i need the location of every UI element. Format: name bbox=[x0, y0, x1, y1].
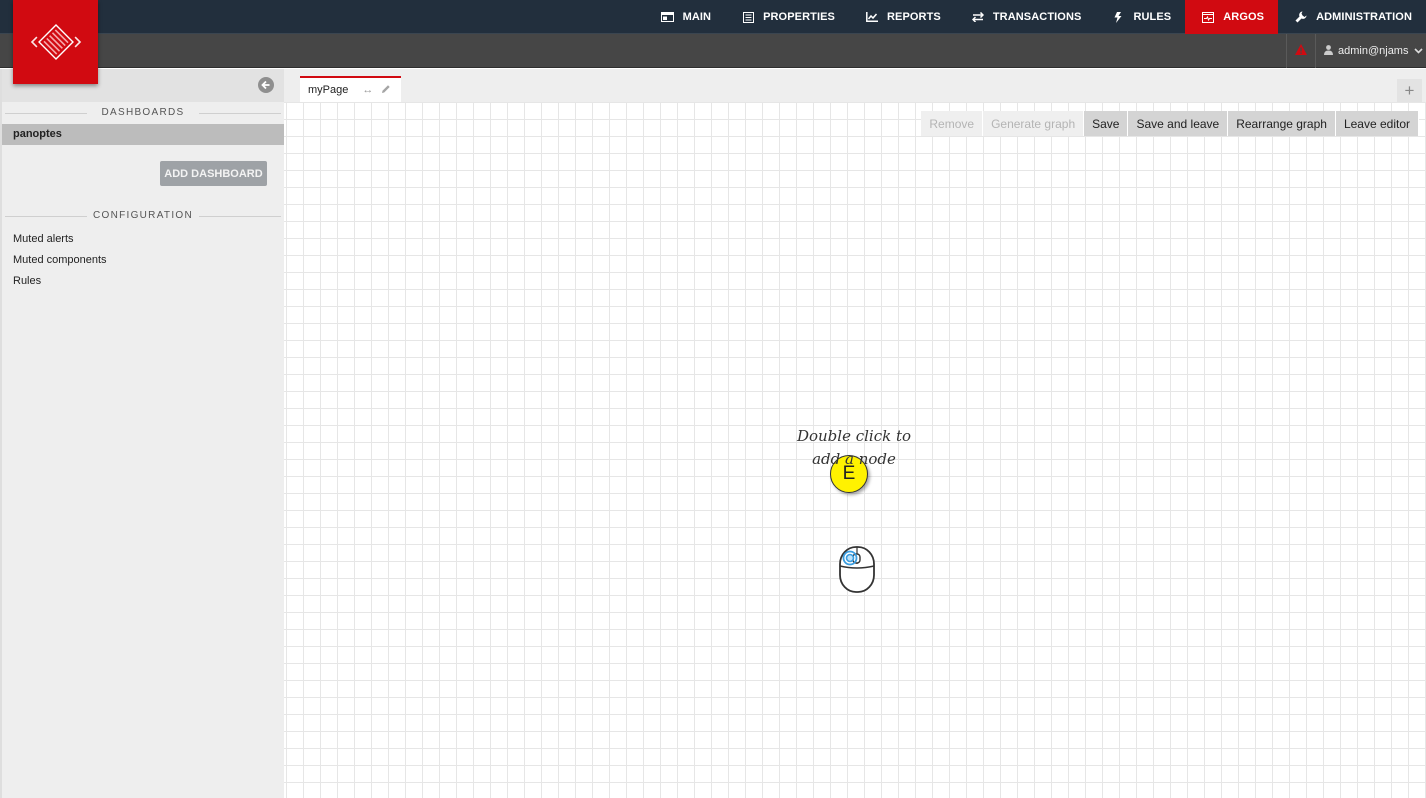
resize-horizontal-icon[interactable]: ↔ bbox=[362, 84, 373, 96]
nav-item-label: TRANSACTIONS bbox=[992, 11, 1082, 23]
config-item-rules[interactable]: Rules bbox=[2, 271, 284, 292]
nav-item-label: PROPERTIES bbox=[763, 11, 835, 23]
nav-item-properties[interactable]: PROPERTIES bbox=[725, 0, 849, 34]
pencil-icon[interactable] bbox=[381, 84, 391, 97]
nav-item-label: ARGOS bbox=[1223, 11, 1265, 23]
window-icon bbox=[661, 11, 675, 23]
user-name: admin@njams bbox=[1338, 45, 1409, 57]
hint-line-2: add a node bbox=[812, 450, 896, 468]
bolt-icon bbox=[1111, 11, 1125, 23]
top-navigation-bar: MAIN PROPERTIES REPORTS TRANSACTIONS RUL… bbox=[0, 0, 1426, 34]
leave-editor-button[interactable]: Leave editor bbox=[1335, 111, 1419, 136]
nav-item-administration[interactable]: ADMINISTRATION bbox=[1278, 0, 1426, 34]
chart-icon bbox=[865, 11, 879, 23]
add-dashboard-area: ADD DASHBOARD bbox=[2, 145, 284, 205]
nav-item-argos[interactable]: ARGOS bbox=[1185, 0, 1279, 34]
configuration-section-title: CONFIGURATION bbox=[2, 205, 284, 227]
arrow-left-icon bbox=[261, 80, 270, 90]
remove-button[interactable]: Remove bbox=[921, 111, 984, 136]
page-tab-bar: myPage ↔ + bbox=[284, 69, 1426, 102]
mouse-double-click-icon bbox=[837, 545, 877, 600]
nav-item-label: REPORTS bbox=[886, 11, 941, 23]
add-tab-button[interactable]: + bbox=[1397, 79, 1422, 102]
monitor-icon bbox=[1201, 11, 1215, 23]
editor-toolbar: Remove Generate graph Save Save and leav… bbox=[921, 111, 1419, 136]
dashboards-section-title: DASHBOARDS bbox=[2, 102, 284, 124]
secondary-bar: admin@njams bbox=[0, 34, 1426, 68]
config-item-muted-components[interactable]: Muted components bbox=[2, 250, 284, 271]
list-icon bbox=[741, 11, 755, 23]
add-dashboard-button[interactable]: ADD DASHBOARD bbox=[160, 161, 267, 186]
plus-icon: + bbox=[1404, 80, 1415, 100]
alerts-button[interactable] bbox=[1286, 34, 1316, 68]
nav-item-main[interactable]: MAIN bbox=[645, 0, 726, 34]
empty-canvas-hint: Double click to add a node bbox=[788, 425, 920, 471]
sidebar: DASHBOARDS panoptes ADD DASHBOARD CONFIG… bbox=[0, 69, 284, 798]
nav-item-label: MAIN bbox=[682, 11, 712, 23]
chevron-down-icon bbox=[1414, 45, 1424, 57]
rearrange-graph-button[interactable]: Rearrange graph bbox=[1228, 111, 1336, 136]
logo-icon bbox=[30, 24, 81, 60]
generate-graph-button[interactable]: Generate graph bbox=[983, 111, 1085, 136]
hint-line-1: Double click to bbox=[796, 427, 912, 445]
nav-item-transactions[interactable]: TRANSACTIONS bbox=[955, 0, 1096, 34]
nav-item-rules[interactable]: RULES bbox=[1095, 0, 1185, 34]
app-logo[interactable] bbox=[13, 0, 98, 84]
graph-canvas[interactable]: Remove Generate graph Save Save and leav… bbox=[284, 102, 1426, 798]
collapse-sidebar-button[interactable] bbox=[258, 77, 274, 93]
nav-item-reports[interactable]: REPORTS bbox=[849, 0, 955, 34]
user-menu-button[interactable]: admin@njams bbox=[1316, 34, 1426, 68]
save-button[interactable]: Save bbox=[1084, 111, 1129, 136]
nav-item-label: RULES bbox=[1133, 11, 1172, 23]
main-nav: MAIN PROPERTIES REPORTS TRANSACTIONS RUL… bbox=[645, 0, 1426, 34]
save-and-leave-button[interactable]: Save and leave bbox=[1128, 111, 1229, 136]
dashboard-item-panoptes[interactable]: panoptes bbox=[2, 124, 284, 145]
nav-item-label: ADMINISTRATION bbox=[1316, 11, 1412, 23]
wrench-icon bbox=[1294, 11, 1308, 23]
user-icon bbox=[1324, 44, 1333, 58]
tab-label: myPage bbox=[308, 84, 349, 96]
exchange-icon bbox=[971, 11, 985, 23]
main-area: myPage ↔ + Remove Generate graph Save Sa… bbox=[284, 69, 1426, 798]
tab-mypage[interactable]: myPage ↔ bbox=[300, 76, 401, 102]
configuration-list: Muted alerts Muted components Rules bbox=[2, 227, 284, 292]
warning-icon bbox=[1295, 42, 1307, 60]
config-item-muted-alerts[interactable]: Muted alerts bbox=[2, 229, 284, 250]
